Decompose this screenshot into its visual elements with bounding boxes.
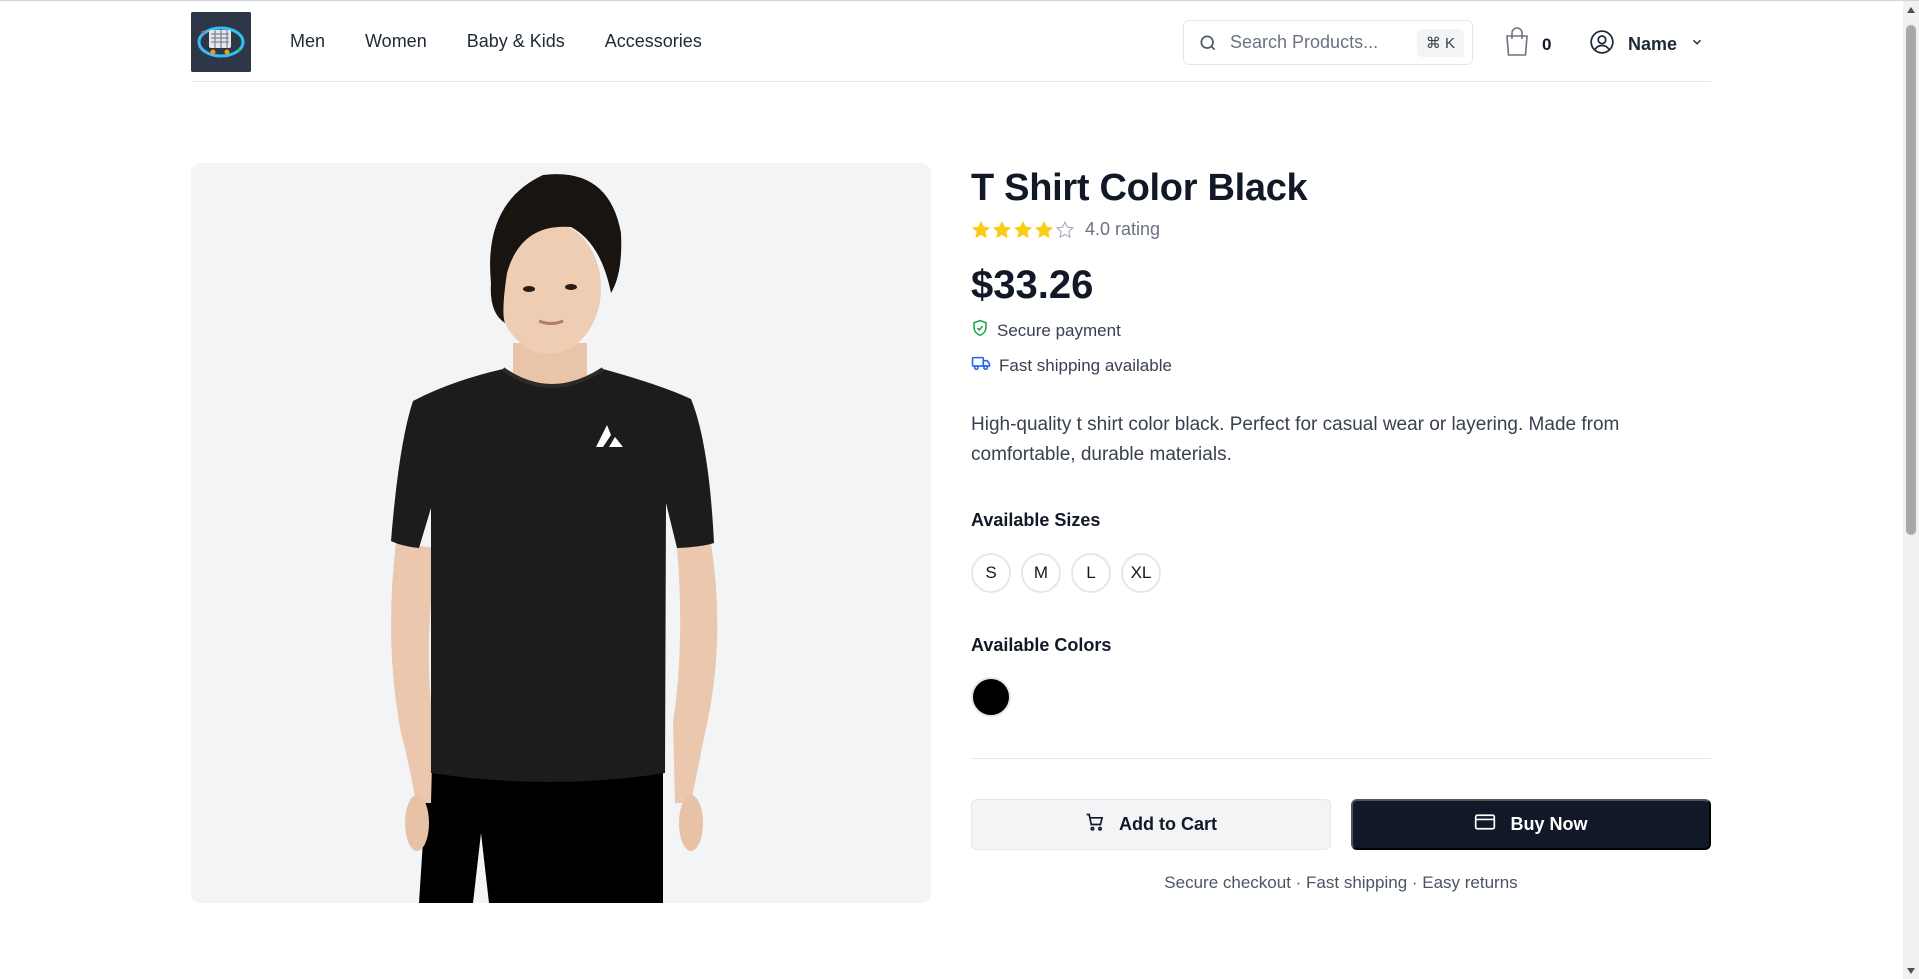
size-option-xl[interactable]: XL <box>1121 553 1161 593</box>
search-icon <box>1198 33 1218 53</box>
chevron-down-icon <box>1690 35 1704 54</box>
search-input[interactable] <box>1230 32 1405 53</box>
nav-accessories[interactable]: Accessories <box>605 31 702 52</box>
shield-check-icon <box>971 319 989 342</box>
scroll-thumb[interactable] <box>1906 25 1916 535</box>
add-to-cart-button[interactable]: Add to Cart <box>971 799 1331 850</box>
credit-card-icon <box>1474 813 1496 836</box>
cart-icon <box>1085 812 1105 837</box>
scrollbar[interactable] <box>1903 1 1919 979</box>
checkout-footnote: Secure checkout · Fast shipping · Easy r… <box>1164 873 1518 892</box>
size-option-s[interactable]: S <box>971 553 1011 593</box>
user-menu[interactable]: Name <box>1589 29 1704 60</box>
feature-secure-payment: Secure payment <box>971 319 1121 342</box>
cart-count: 0 <box>1542 34 1552 54</box>
search-box[interactable]: ⌘ K <box>1183 20 1473 65</box>
product-price: $33.26 <box>971 263 1094 307</box>
star-filled-icon <box>1034 220 1054 238</box>
size-option-m[interactable]: M <box>1021 553 1061 593</box>
size-option-l[interactable]: L <box>1071 553 1111 593</box>
product-image <box>191 163 931 903</box>
search-shortcut-hint: ⌘ K <box>1416 29 1464 57</box>
add-to-cart-label: Add to Cart <box>1119 814 1217 834</box>
cart-button[interactable]: 0 <box>1504 27 1551 62</box>
shopping-bag-icon <box>1504 27 1530 62</box>
buy-now-label: Buy Now <box>1510 814 1588 834</box>
truck-icon <box>971 354 991 377</box>
star-filled-icon <box>992 220 1012 238</box>
feature-fast-shipping: Fast shipping available <box>971 354 1172 377</box>
buy-now-button[interactable]: Buy Now <box>1351 799 1711 850</box>
star-filled-icon <box>971 220 991 238</box>
product-rating: 4.0 rating <box>971 219 1160 240</box>
rating-stars <box>971 220 1075 240</box>
color-option-black[interactable] <box>971 677 1011 717</box>
nav-women[interactable]: Women <box>365 31 427 52</box>
nav-baby-kids[interactable]: Baby & Kids <box>467 31 565 52</box>
user-name: Name <box>1628 34 1678 54</box>
product-title: T Shirt Color Black <box>971 167 1308 209</box>
sizes-label: Available Sizes <box>971 510 1101 530</box>
star-filled-icon <box>1013 220 1033 238</box>
colors-label: Available Colors <box>971 635 1112 655</box>
feature-label: Secure payment <box>997 320 1121 340</box>
product-description: High-quality t shirt color black. Perfec… <box>971 414 1620 465</box>
scroll-down-arrow-icon[interactable] <box>1907 968 1915 974</box>
store-logo[interactable] <box>191 12 251 72</box>
user-avatar-icon <box>1589 29 1615 60</box>
main-nav: Men Women Baby & Kids Accessories <box>290 1 702 82</box>
scroll-up-arrow-icon[interactable] <box>1907 7 1915 13</box>
site-header: Men Women Baby & Kids Accessories ⌘ K 0 … <box>191 1 1711 82</box>
divider <box>971 758 1711 759</box>
nav-men[interactable]: Men <box>290 31 325 52</box>
size-options: S M L XL <box>971 553 1161 593</box>
feature-label: Fast shipping available <box>999 355 1172 375</box>
star-empty-icon <box>1055 220 1075 238</box>
rating-text: 4.0 rating <box>1085 219 1161 239</box>
